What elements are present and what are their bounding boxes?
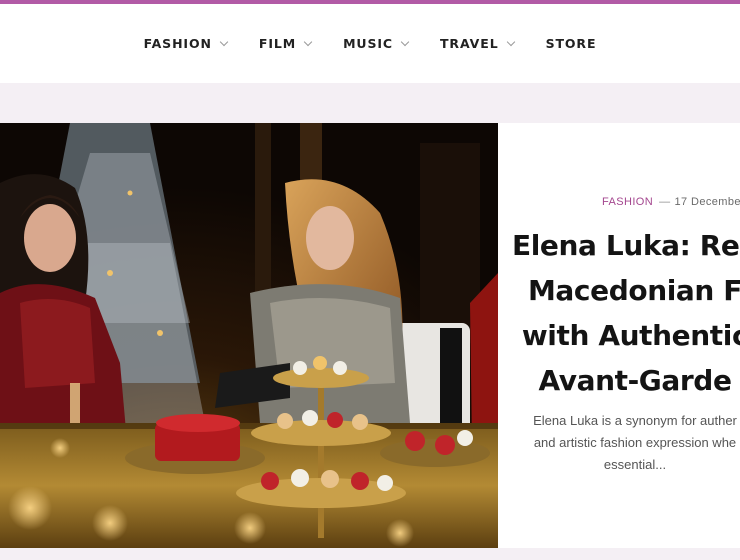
publish-date: 17 December — [674, 196, 740, 208]
nav-item-film[interactable]: FILM — [258, 36, 313, 51]
article-meta: FASHION —17 December — [602, 196, 740, 208]
nav-item-label: MUSIC — [343, 36, 393, 51]
chevron-down-icon — [219, 37, 229, 46]
meta-separator: — — [659, 196, 671, 208]
main-navigation: FASHION FILM MUSIC TRAVEL STORE — [0, 4, 740, 83]
article-title[interactable]: Elena Luka: Rea Macedonian F with Authen… — [510, 223, 740, 403]
featured-article: FASHION —17 December Elena Luka: Rea Mace… — [0, 123, 740, 548]
article-excerpt: Elena Luka is a synonym for auther and a… — [533, 413, 737, 472]
chevron-down-icon — [400, 37, 410, 46]
chevron-down-icon — [506, 37, 515, 46]
featured-article-text: FASHION —17 December Elena Luka: Rea Mace… — [498, 123, 740, 548]
nav-item-travel[interactable]: TRAVEL — [440, 36, 515, 51]
featured-photo-illustration — [0, 123, 498, 548]
nav-item-music[interactable]: MUSIC — [343, 36, 410, 51]
nav-item-label: STORE — [545, 36, 597, 51]
nav-menu: FASHION FILM MUSIC TRAVEL STORE — [0, 4, 740, 83]
nav-item-store[interactable]: STORE — [546, 36, 597, 51]
nav-item-label: TRAVEL — [440, 36, 499, 51]
category-link[interactable]: FASHION — [602, 196, 653, 208]
chevron-down-icon — [303, 37, 313, 46]
nav-item-label: FASHION — [143, 36, 212, 51]
featured-image[interactable] — [0, 123, 498, 548]
nav-item-fashion[interactable]: FASHION — [143, 36, 229, 51]
nav-item-label: FILM — [258, 36, 297, 51]
